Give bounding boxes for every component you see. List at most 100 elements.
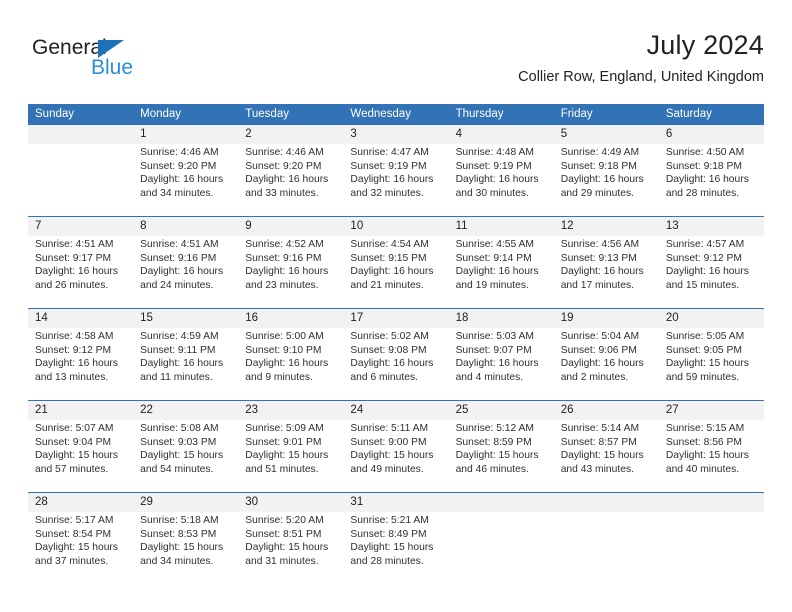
sunset-text: Sunset: 9:19 PM — [350, 160, 427, 172]
sunrise-text: Sunrise: 4:48 AM — [455, 147, 534, 158]
weekday-header-wednesday: Wednesday — [343, 104, 449, 125]
daylight-text-cont: and 28 minutes. — [350, 555, 424, 567]
daylight-text-cont: and 23 minutes. — [245, 279, 319, 291]
day-number[interactable]: 13 — [658, 217, 764, 236]
day-number[interactable]: 22 — [133, 401, 239, 420]
daylight-text-cont: and 24 minutes. — [140, 279, 214, 291]
day-details: Sunrise: 5:07 AM Sunset: 9:04 PM Daylight:… — [28, 420, 134, 492]
day-details: Sunrise: 5:12 AM Sunset: 8:59 PM Daylight:… — [448, 420, 554, 492]
sunrise-text: Sunrise: 4:51 AM — [35, 239, 114, 250]
sunrise-text: Sunrise: 5:12 AM — [455, 423, 534, 434]
day-details: Sunrise: 4:46 AM Sunset: 9:20 PM Daylight:… — [238, 144, 344, 216]
sunset-text: Sunset: 9:16 PM — [245, 252, 322, 264]
day-cell-empty — [553, 512, 659, 584]
day-number[interactable]: 18 — [448, 309, 554, 328]
day-number[interactable]: 21 — [28, 401, 134, 420]
daylight-text: Daylight: 16 hours — [350, 358, 434, 370]
day-number[interactable]: 3 — [343, 125, 449, 144]
day-number[interactable]: 1 — [133, 125, 239, 144]
day-number[interactable]: 24 — [343, 401, 449, 420]
day-number[interactable]: 14 — [28, 309, 134, 328]
daylight-text-cont: and 59 minutes. — [665, 371, 740, 383]
day-number[interactable]: 31 — [343, 493, 449, 512]
day-details: Sunrise: 5:09 AM Sunset: 9:01 PM Daylight:… — [238, 420, 344, 492]
daylight-text-cont: and 9 minutes. — [245, 371, 313, 383]
day-number[interactable]: 7 — [28, 217, 134, 236]
day-number-row: 28 29 30 31 — [28, 493, 764, 512]
day-number[interactable]: 19 — [553, 309, 659, 328]
general-blue-logo[interactable]: General Blue — [32, 36, 212, 86]
logo-text-blue: Blue — [91, 56, 134, 79]
day-number-row: 14 15 16 17 18 19 20 — [28, 309, 764, 328]
day-number[interactable]: 26 — [553, 401, 659, 420]
sunset-text: Sunset: 9:14 PM — [455, 252, 532, 264]
day-details: Sunrise: 4:46 AM Sunset: 9:20 PM Daylight:… — [133, 144, 239, 216]
day-number[interactable]: 20 — [658, 309, 764, 328]
day-details: Sunrise: 4:55 AM Sunset: 9:14 PM Daylight:… — [448, 236, 554, 308]
day-number[interactable]: 28 — [28, 493, 134, 512]
daylight-text-cont: and 51 minutes. — [245, 463, 319, 475]
day-details: Sunrise: 5:08 AM Sunset: 9:03 PM Daylight:… — [133, 420, 239, 492]
day-details: Sunrise: 4:51 AM Sunset: 9:17 PM Daylight:… — [28, 236, 134, 308]
daylight-text: Daylight: 15 hours — [560, 450, 644, 462]
sunrise-text: Sunrise: 5:04 AM — [560, 331, 640, 342]
day-number[interactable]: 17 — [343, 309, 449, 328]
page-subtitle: Collier Row, England, United Kingdom — [518, 69, 764, 85]
day-number[interactable]: 4 — [448, 125, 554, 144]
day-cell-empty — [658, 512, 764, 584]
daylight-text: Daylight: 15 hours — [350, 450, 434, 462]
sunset-text: Sunset: 8:51 PM — [245, 528, 322, 540]
sunrise-text: Sunrise: 5:02 AM — [350, 331, 429, 342]
day-details: Sunrise: 5:02 AM Sunset: 9:08 PM Daylight:… — [343, 328, 449, 400]
day-number[interactable]: 12 — [553, 217, 659, 236]
sunrise-text: Sunrise: 4:56 AM — [560, 239, 640, 250]
day-number[interactable]: 8 — [133, 217, 239, 236]
day-number[interactable]: 15 — [133, 309, 239, 328]
weekday-header-tuesday: Tuesday — [238, 104, 344, 125]
sunrise-text: Sunrise: 4:46 AM — [245, 147, 324, 158]
daylight-text: Daylight: 16 hours — [140, 266, 224, 278]
sunrise-text: Sunrise: 4:59 AM — [140, 331, 219, 342]
sunset-text: Sunset: 9:08 PM — [350, 344, 427, 356]
day-number[interactable]: 2 — [238, 125, 344, 144]
day-details: Sunrise: 5:18 AM Sunset: 8:53 PM Daylight:… — [133, 512, 239, 584]
day-number[interactable]: 16 — [238, 309, 344, 328]
day-number[interactable]: 6 — [658, 125, 764, 144]
day-number-row: 123456 — [28, 125, 764, 144]
daylight-text: Daylight: 16 hours — [245, 174, 329, 186]
daylight-text-cont: and 29 minutes. — [560, 187, 634, 199]
daylight-text-cont: and 40 minutes. — [665, 463, 740, 475]
day-number[interactable]: 30 — [238, 493, 344, 512]
daylight-text-cont: and 33 minutes. — [245, 187, 319, 199]
daylight-text: Daylight: 16 hours — [140, 358, 224, 370]
sunset-text: Sunset: 8:54 PM — [35, 528, 112, 540]
sunset-text: Sunset: 9:12 PM — [35, 344, 112, 356]
sunrise-text: Sunrise: 5:18 AM — [140, 515, 219, 526]
day-number[interactable]: 10 — [343, 217, 449, 236]
daylight-text-cont: and 4 minutes. — [455, 371, 524, 383]
day-number[interactable]: 23 — [238, 401, 344, 420]
day-number[interactable]: 5 — [553, 125, 659, 144]
daylight-text: Daylight: 16 hours — [350, 266, 434, 278]
day-details: Sunrise: 5:17 AM Sunset: 8:54 PM Daylight:… — [28, 512, 134, 584]
daylight-text-cont: and 6 minutes. — [350, 371, 418, 383]
daylight-text-cont: and 17 minutes. — [560, 279, 634, 291]
sunset-text: Sunset: 9:04 PM — [35, 436, 112, 448]
day-cell-empty — [553, 493, 659, 512]
day-details: Sunrise: 4:51 AM Sunset: 9:16 PM Daylight:… — [133, 236, 239, 308]
daylight-text: Daylight: 15 hours — [35, 450, 118, 462]
day-number[interactable]: 29 — [133, 493, 239, 512]
daylight-text-cont: and 49 minutes. — [350, 463, 424, 475]
sunset-text: Sunset: 8:56 PM — [665, 436, 742, 448]
day-number[interactable]: 9 — [238, 217, 344, 236]
sunrise-text: Sunrise: 4:52 AM — [245, 239, 324, 250]
day-number[interactable]: 27 — [658, 401, 764, 420]
day-details: Sunrise: 4:56 AM Sunset: 9:13 PM Daylight:… — [553, 236, 659, 308]
day-detail-row: Sunrise: 4:58 AM Sunset: 9:12 PM Daylight:… — [28, 328, 764, 400]
weekday-header-monday: Monday — [133, 104, 239, 125]
day-detail-row: Sunrise: 4:51 AM Sunset: 9:17 PM Daylight:… — [28, 236, 764, 308]
day-number[interactable]: 11 — [448, 217, 554, 236]
day-number-row: 7 8 9 10 11 12 13 — [28, 217, 764, 236]
sunset-text: Sunset: 9:20 PM — [140, 160, 217, 172]
day-number[interactable]: 25 — [448, 401, 554, 420]
